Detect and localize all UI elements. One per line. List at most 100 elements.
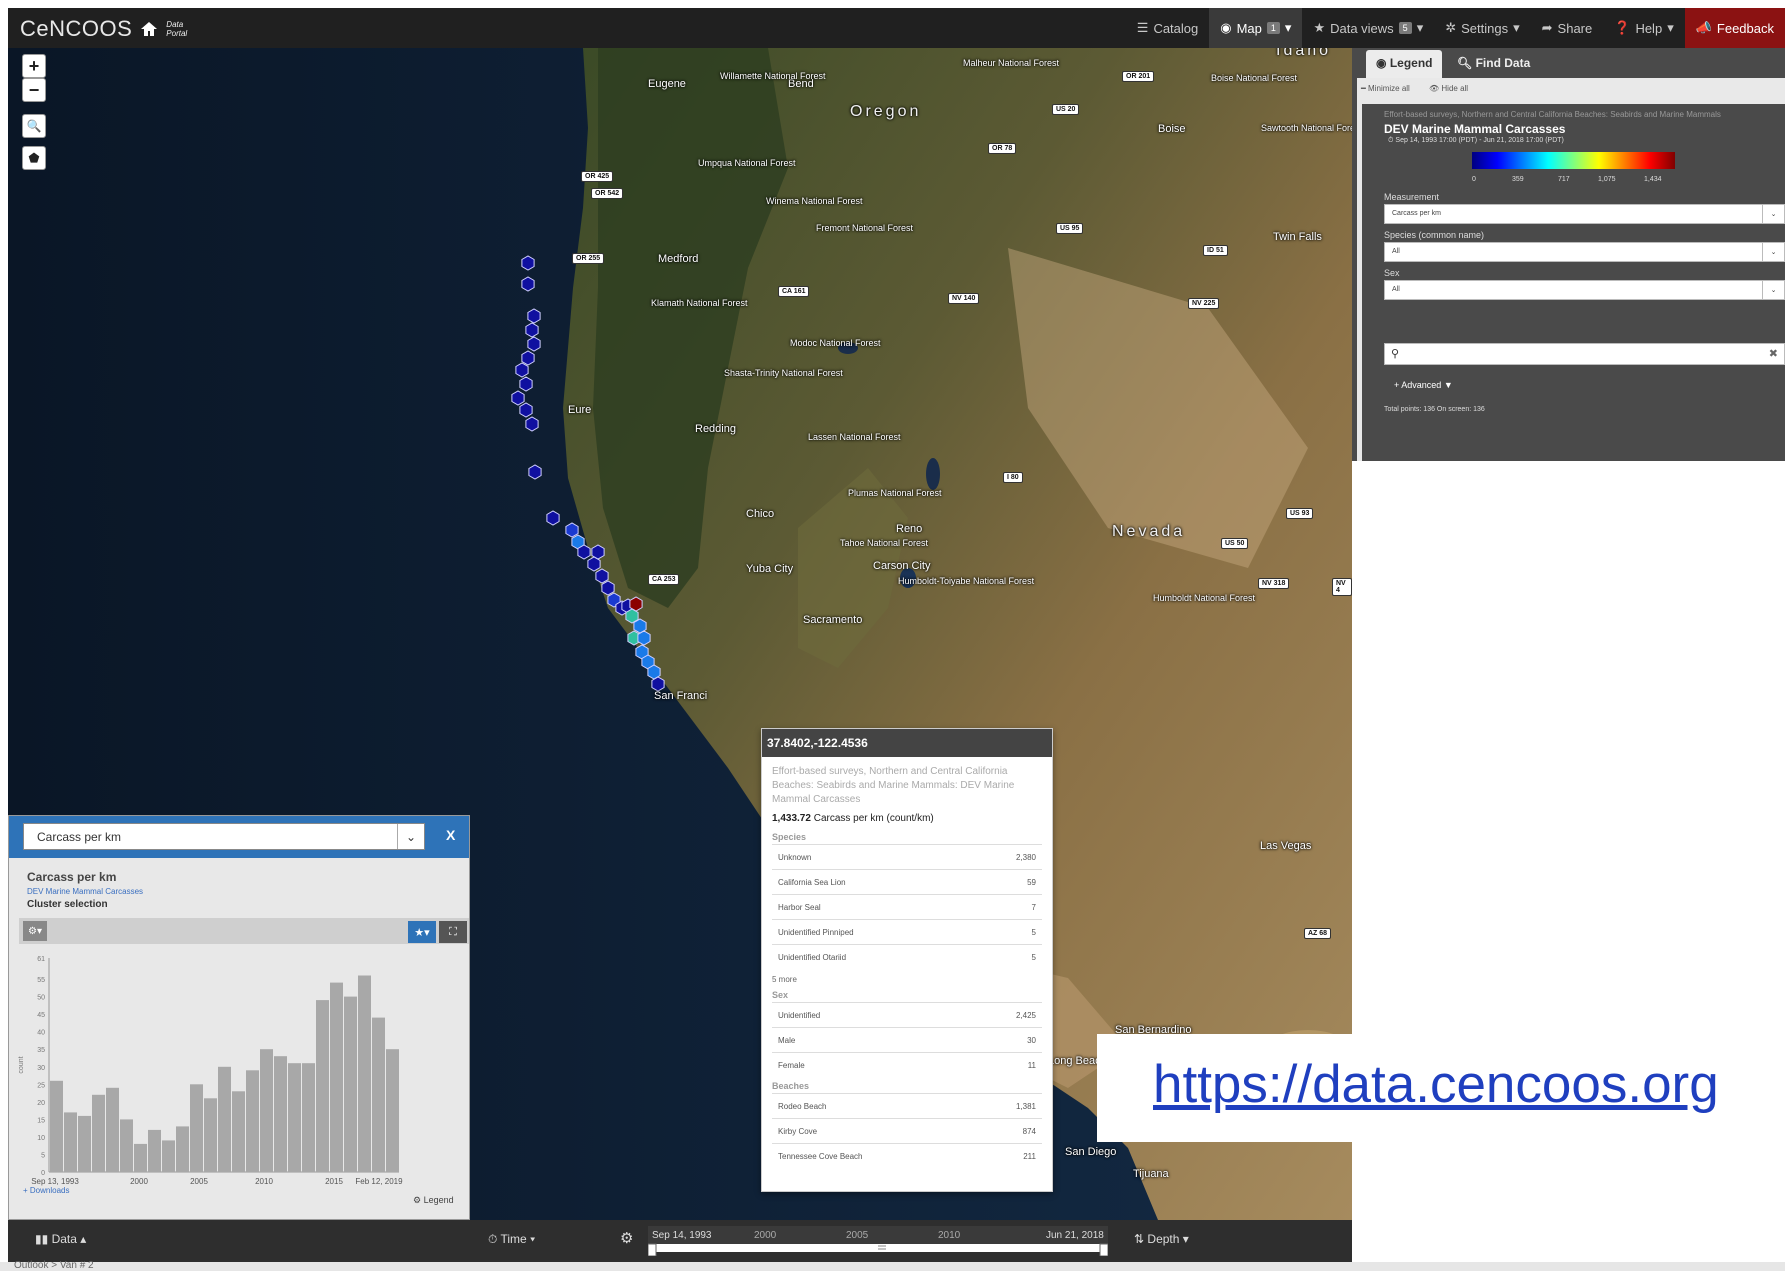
histogram-bar[interactable] xyxy=(78,1115,91,1172)
nav-label: Catalog xyxy=(1153,20,1199,36)
histogram-chart[interactable]: 0 5 10 15 20 25 30 35 40 45 50 55 61 Sep 13, 1993 2000… xyxy=(9,946,469,1186)
tab-legend[interactable]: ◉ Legend xyxy=(1366,50,1443,78)
sex-select[interactable]: All ⌄ xyxy=(1384,280,1785,300)
hexbin-cell[interactable] xyxy=(587,556,601,572)
hexbin-cell[interactable] xyxy=(519,376,533,392)
hexbin-cell[interactable] xyxy=(525,416,539,432)
home-icon[interactable] xyxy=(140,20,158,38)
histogram-bar[interactable] xyxy=(274,1056,287,1172)
histogram-bar[interactable] xyxy=(162,1140,175,1172)
cencoos-logo: CeNCOOS xyxy=(20,16,133,41)
nav-label: Map xyxy=(1236,20,1262,36)
chart-settings-button[interactable]: ⚙▾ xyxy=(23,921,47,941)
advanced-filter-toggle[interactable]: + Advanced ▼ xyxy=(1394,380,1453,390)
histogram-bar[interactable] xyxy=(106,1087,119,1172)
hexbin-cell[interactable] xyxy=(521,276,535,292)
clear-icon[interactable]: ✖ xyxy=(1769,347,1778,360)
hexbin-cell[interactable] xyxy=(527,308,541,324)
timeline-slider[interactable] xyxy=(648,1226,1108,1256)
nav-map[interactable]: ◉ Map 1 ▾ xyxy=(1209,8,1303,48)
histogram-bar[interactable] xyxy=(134,1143,147,1172)
hexbin-cell[interactable] xyxy=(521,350,535,366)
hexbin-cell[interactable] xyxy=(601,580,615,596)
filter-search-input[interactable]: ⚲ ✖ xyxy=(1384,343,1785,365)
chart-measurement-select[interactable]: Carcass per km ⌄ xyxy=(23,823,425,850)
data-toggle[interactable]: ▮▮ Data ▴ xyxy=(35,1232,86,1246)
caret-down-icon: ▾ xyxy=(1416,20,1424,35)
histogram-bar[interactable] xyxy=(204,1098,217,1172)
nav-settings[interactable]: ✲ Settings ▾ xyxy=(1434,8,1530,48)
row-count: 11 xyxy=(1027,1060,1036,1070)
cluster-selection-label: Cluster selection xyxy=(27,899,108,910)
tab-find-data[interactable]: 🔍︎ Find Data xyxy=(1447,50,1540,78)
histogram-bar[interactable] xyxy=(260,1049,273,1172)
hexbin-cell[interactable] xyxy=(519,402,533,418)
nav-feedback[interactable]: 📣 Feedback xyxy=(1684,8,1785,48)
hexbin-cell[interactable] xyxy=(546,510,560,526)
nav-data-views[interactable]: ★ Data views 5 ▾ xyxy=(1302,8,1434,48)
sex-table: Unidentified 2,425 Male 30 Female 11 xyxy=(762,1002,1052,1077)
hexbin-cell[interactable] xyxy=(515,362,529,378)
nav-catalog[interactable]: ☰ Catalog xyxy=(1126,8,1209,48)
histogram-bar[interactable] xyxy=(372,1017,385,1172)
timeline-settings-icon[interactable]: ⚙ xyxy=(620,1229,633,1247)
road-shield: ID 51 xyxy=(1203,245,1228,256)
hexbin-cell[interactable] xyxy=(577,544,591,560)
expand-icon[interactable]: ⛶ xyxy=(439,921,467,943)
species-select[interactable]: All ⌄ xyxy=(1384,242,1785,262)
downloads-link[interactable]: + Downloads xyxy=(23,1186,69,1195)
hexbin-cell[interactable] xyxy=(651,676,665,692)
close-chart-button[interactable]: X xyxy=(446,827,455,843)
histogram-bar[interactable] xyxy=(50,1080,63,1172)
chart-legend-button[interactable]: ⚙ Legend xyxy=(413,1195,454,1206)
histogram-bar[interactable] xyxy=(330,982,343,1172)
histogram-bar[interactable] xyxy=(120,1119,133,1172)
popup-section-species: Species xyxy=(772,832,807,842)
brand[interactable]: CeNCOOS Data Portal xyxy=(20,14,190,44)
histogram-bar[interactable] xyxy=(386,1049,399,1172)
hexbin-cell[interactable] xyxy=(511,390,525,406)
zoom-in-button[interactable]: + xyxy=(22,54,46,78)
hexbin-cell[interactable] xyxy=(528,464,542,480)
histogram-bar[interactable] xyxy=(64,1112,77,1172)
minimize-all-button[interactable]: ━ Minimize all xyxy=(1361,84,1410,93)
depth-toggle[interactable]: ⇅ Depth ▾ xyxy=(1134,1232,1189,1246)
histogram-bar[interactable] xyxy=(246,1070,259,1172)
map-label-san-francisco: San Franci xyxy=(654,690,708,702)
hexbin-cell[interactable] xyxy=(565,522,579,538)
histogram-bar[interactable] xyxy=(176,1126,189,1172)
histogram-bar[interactable] xyxy=(190,1084,203,1172)
dataset-link[interactable]: DEV Marine Mammal Carcasses xyxy=(27,887,143,896)
hexbin-cell[interactable] xyxy=(525,322,539,338)
histogram-bar[interactable] xyxy=(316,1000,329,1172)
hexbin-cell[interactable] xyxy=(521,255,535,271)
taskbar-strip: Outlook > Van # 2 xyxy=(0,1260,1785,1271)
zoom-out-button[interactable]: − xyxy=(22,78,46,102)
histogram-bar[interactable] xyxy=(302,1063,315,1172)
hexbin-cell[interactable] xyxy=(637,630,651,646)
histogram-bar[interactable] xyxy=(358,975,371,1173)
taskbar-text: Outlook > Van # 2 xyxy=(14,1260,94,1271)
hexbin-cell[interactable] xyxy=(595,568,609,584)
chart-favorite-button[interactable]: ★▾ xyxy=(408,921,436,943)
hide-all-button[interactable]: 👁 Hide all xyxy=(1429,84,1468,93)
map-label-carson-city: Carson City xyxy=(873,560,931,572)
nav-help[interactable]: ❓ Help ▾ xyxy=(1603,8,1684,48)
polygon-select-icon[interactable]: ⬟ xyxy=(22,146,46,170)
histogram-bar[interactable] xyxy=(232,1091,245,1172)
hexbin-cell[interactable] xyxy=(527,336,541,352)
main-nav: ☰ Catalog ◉ Map 1 ▾ ★ Data views 5 ▾ ✲ Settings ▾… xyxy=(1126,8,1785,48)
histogram-bar[interactable] xyxy=(344,996,357,1172)
time-toggle[interactable]: ⏱ Time ▾ xyxy=(488,1232,535,1247)
histogram-bar[interactable] xyxy=(218,1066,231,1172)
popup-more-link[interactable]: 5 more xyxy=(762,969,1052,986)
histogram-bar[interactable] xyxy=(92,1094,105,1172)
nav-share[interactable]: ➦ Share xyxy=(1531,8,1604,48)
zoom-box-icon[interactable]: 🔍 xyxy=(22,114,46,138)
histogram-bar[interactable] xyxy=(288,1063,301,1172)
chart-legend-label: Legend xyxy=(423,1195,454,1205)
histogram-bar[interactable] xyxy=(148,1129,161,1172)
measurement-select[interactable]: Carcass per km ⌄ xyxy=(1384,204,1785,224)
cencoos-url-link[interactable]: https://data.cencoos.org xyxy=(1153,1054,1719,1115)
y-axis-label: count xyxy=(18,1056,25,1073)
